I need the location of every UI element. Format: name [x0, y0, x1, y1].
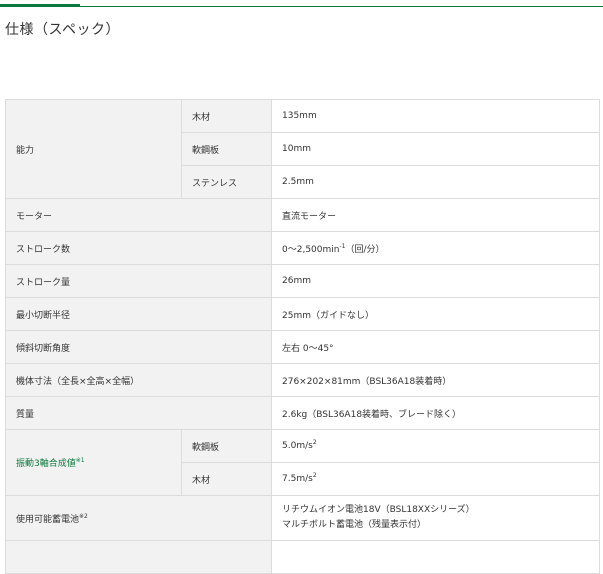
vibration-mild-steel-value-cell: 5.0m/s2 [271, 429, 600, 463]
table-row-next [5, 540, 600, 574]
stroke-count-unit: （回/分） [345, 244, 385, 255]
dimensions-label: 機体寸法（全長×全高×全幅） [5, 363, 272, 397]
bevel-angle-label: 傾斜切断角度 [5, 330, 272, 364]
table-row-battery: 使用可能蓄電池※2 リチウムイオン電池18V（BSL18XXシリーズ） マルチボル… [5, 495, 600, 541]
next-row-value-cell [271, 540, 600, 574]
divider-line [0, 6, 603, 7]
capacity-mild-steel-label: 軟鋼板 [181, 132, 272, 166]
table-row-bevel-angle: 傾斜切断角度 左右 0～45° [5, 330, 600, 364]
min-radius-value: 25mm（ガイドなし） [271, 297, 600, 331]
stroke-length-label: ストローク量 [5, 264, 272, 298]
vibration-label: 振動3軸合成値 [16, 459, 76, 469]
vibration-mild-steel-value: 5.0m/s [282, 441, 313, 451]
vibration-mild-steel-sup: 2 [312, 439, 317, 446]
battery-label-cell: 使用可能蓄電池※2 [5, 495, 272, 541]
motor-value: 直流モーター [271, 198, 600, 232]
next-row-label-cell [5, 540, 272, 574]
stroke-length-value: 26mm [271, 264, 600, 298]
battery-label: 使用可能蓄電池 [16, 514, 80, 525]
weight-value: 2.6kg（BSL36A18装着時、ブレード除く） [271, 396, 600, 430]
table-row-dimensions: 機体寸法（全長×全高×全幅） 276×202×81mm（BSL36A18装着時） [5, 363, 600, 397]
min-radius-label: 最小切断半径 [5, 297, 272, 331]
capacity-label: 能力 [5, 99, 182, 199]
top-divider [0, 0, 603, 8]
vibration-note: ※1 [75, 457, 85, 464]
vibration-wood-value-cell: 7.5m/s2 [271, 462, 600, 496]
table-row-capacity-wood: 能力 木材 135mm [5, 99, 600, 199]
vibration-label-cell: 振動3軸合成値※1 [5, 429, 182, 496]
dimensions-value: 276×202×81mm（BSL36A18装着時） [271, 363, 600, 397]
weight-label: 質量 [5, 396, 272, 430]
divider-accent [0, 4, 80, 7]
motor-label: モーター [5, 198, 272, 232]
table-row-vibration-mild-steel: 振動3軸合成値※1 軟鋼板 5.0m/s2 [5, 429, 600, 496]
capacity-wood-label: 木材 [181, 99, 272, 133]
battery-value: リチウムイオン電池18V（BSL18XXシリーズ） マルチボルト蓄電池（残量表示付… [271, 495, 600, 541]
capacity-stainless-label: ステンレス [181, 165, 272, 199]
vibration-wood-sup: 2 [312, 472, 317, 479]
vibration-mild-steel-label: 軟鋼板 [181, 429, 272, 463]
table-row-motor: モーター 直流モーター [5, 198, 600, 232]
table-row-weight: 質量 2.6kg（BSL36A18装着時、ブレード除く） [5, 396, 600, 430]
battery-value-line2: マルチボルト蓄電池（残量表示付） [282, 520, 427, 530]
vibration-wood-label: 木材 [181, 462, 272, 496]
table-row-stroke-length: ストローク量 26mm [5, 264, 600, 298]
stroke-count-main: 0～2,500min [282, 244, 340, 255]
capacity-mild-steel-value: 10mm [271, 132, 600, 166]
capacity-wood-value: 135mm [271, 99, 600, 133]
spec-table: 能力 木材 135mm 軟鋼板 10mm ステンレス 2.5mm モーター 直流… [5, 99, 600, 574]
battery-note: ※2 [79, 512, 88, 520]
table-row-min-radius: 最小切断半径 25mm（ガイドなし） [5, 297, 600, 331]
capacity-stainless-value: 2.5mm [271, 165, 600, 199]
battery-value-line1: リチウムイオン電池18V（BSL18XXシリーズ） [282, 505, 475, 515]
page-title: 仕様（スペック） [5, 22, 121, 38]
bevel-angle-value: 左右 0～45° [271, 330, 600, 364]
stroke-count-value: 0～2,500min-1（回/分） [271, 231, 600, 265]
vibration-wood-value: 7.5m/s [282, 474, 313, 484]
stroke-count-label: ストローク数 [5, 231, 272, 265]
table-row-stroke-count: ストローク数 0～2,500min-1（回/分） [5, 231, 600, 265]
